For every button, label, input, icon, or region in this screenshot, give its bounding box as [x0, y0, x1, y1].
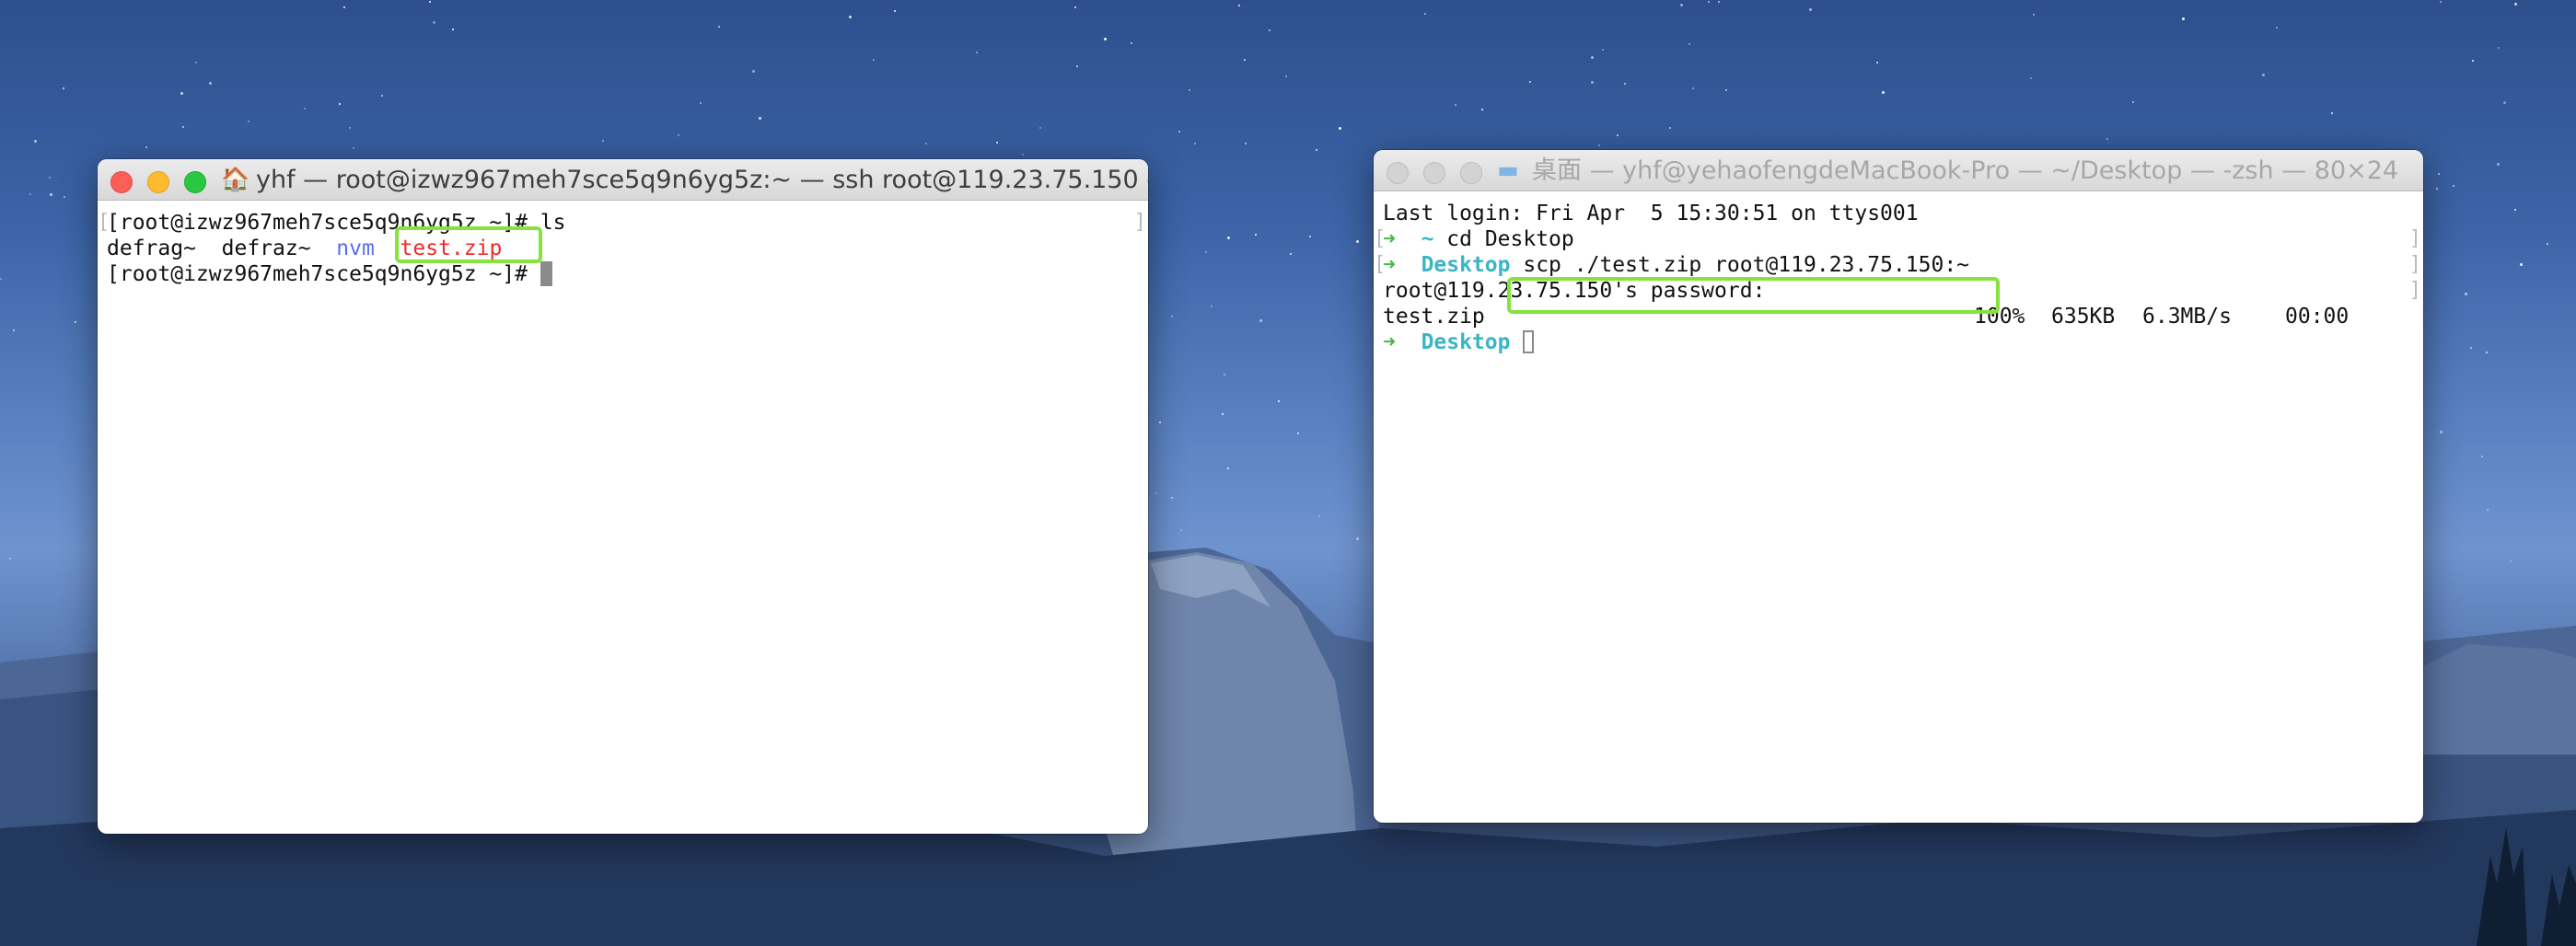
- zoom-button[interactable]: [1460, 162, 1482, 184]
- transfer-speed: 6.3MB/s: [2142, 305, 2232, 329]
- text-cursor: [1523, 330, 1535, 353]
- terminal-line-3: [root@izwz967meh7sce5q9n6yg5z ~]#: [107, 261, 552, 287]
- terminal-window-remote[interactable]: 🏠 yhf — root@izwz967meh7sce5q9n6yg5z:~ —…: [98, 159, 1148, 834]
- prompt-arrow: ➜: [1383, 330, 1396, 354]
- command-text: ls: [540, 211, 566, 235]
- title-bar[interactable]: ▬ 桌面 — yhf@yehaofengdeMacBook-Pro — ~/De…: [1374, 150, 2423, 191]
- highlight-box: [1507, 277, 2000, 314]
- terminal-line-2: ➜ ~ cd Desktop: [1383, 226, 1574, 252]
- minimize-button[interactable]: [147, 171, 169, 193]
- zoom-button[interactable]: [184, 171, 206, 193]
- ls-item: defraz~: [221, 236, 311, 260]
- folder-icon: ▬: [1497, 156, 1519, 183]
- terminal-window-local[interactable]: ▬ 桌面 — yhf@yehaofengdeMacBook-Pro — ~/De…: [1374, 150, 2423, 823]
- mark-bracket: ]: [1133, 211, 1146, 234]
- prompt-directory: Desktop: [1421, 330, 1511, 354]
- window-title: yhf — root@izwz967meh7sce5q9n6yg5z:~ — s…: [256, 166, 1148, 194]
- ls-item: defrag~: [107, 236, 196, 260]
- title-bar[interactable]: 🏠 yhf — root@izwz967meh7sce5q9n6yg5z:~ —…: [98, 159, 1148, 201]
- transfer-size: 635KB: [2051, 305, 2116, 329]
- transfer-file: test.zip: [1383, 305, 1485, 329]
- shell-prompt: [root@izwz967meh7sce5q9n6yg5z ~]#: [107, 262, 528, 286]
- home-folder-icon: 🏠: [221, 166, 250, 192]
- terminal-content[interactable]: [ ] [root@izwz967meh7sce5q9n6yg5z ~]# ls…: [98, 201, 1148, 834]
- prompt-arrow: ➜: [1383, 253, 1396, 277]
- transfer-time: 00:00: [2285, 305, 2350, 329]
- command-text: scp ./test.zip root@119.23.75.150:~: [1523, 253, 1970, 277]
- mark-bracket: ]: [2408, 279, 2421, 302]
- terminal-line-6: ➜ Desktop: [1383, 329, 1535, 355]
- minimize-button[interactable]: [1423, 162, 1445, 184]
- last-login-text: Last login: Fri Apr 5 15:30:51 on ttys00…: [1383, 202, 1919, 225]
- prompt-directory: Desktop: [1421, 253, 1511, 277]
- ls-item-directory: nvm: [336, 236, 375, 260]
- prompt-directory: ~: [1421, 227, 1434, 251]
- mark-bracket: ]: [2408, 227, 2421, 250]
- prompt-arrow: ➜: [1383, 227, 1396, 251]
- terminal-line-1: Last login: Fri Apr 5 15:30:51 on ttys00…: [1383, 201, 1919, 226]
- terminal-line-3: ➜ Desktop scp ./test.zip root@119.23.75.…: [1383, 252, 1969, 278]
- close-button[interactable]: [110, 171, 133, 193]
- window-title: 桌面 — yhf@yehaofengdeMacBook-Pro — ~/Desk…: [1532, 156, 2399, 185]
- terminal-content[interactable]: [ [ ] ] ] Last login: Fri Apr 5 15:30:51…: [1374, 191, 2423, 823]
- text-cursor: [540, 261, 552, 286]
- close-button[interactable]: [1387, 162, 1409, 184]
- highlight-box: [395, 226, 542, 263]
- command-text: cd Desktop: [1446, 227, 1574, 251]
- mark-bracket: ]: [2408, 253, 2421, 276]
